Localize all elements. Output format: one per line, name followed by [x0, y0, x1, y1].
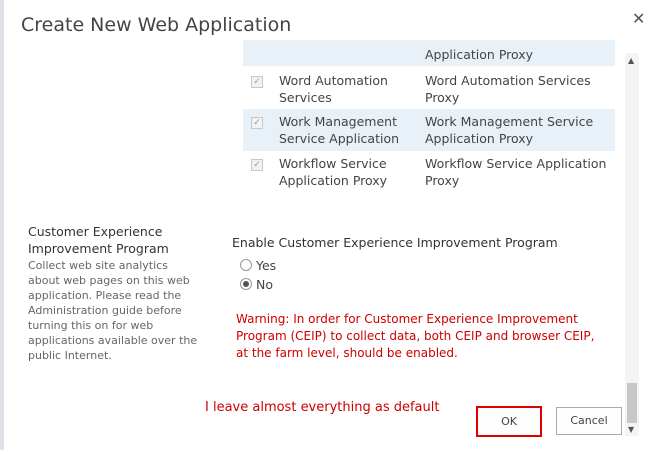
cancel-button[interactable]: Cancel — [556, 407, 622, 435]
service-proxy-label: Word Automation Services Proxy — [425, 73, 591, 105]
service-proxy-label: Application Proxy — [425, 47, 534, 62]
service-row: ✓ Work Management Service Application Wo… — [243, 109, 615, 151]
service-proxy-label: Workflow Service Application Proxy — [425, 156, 607, 188]
scrollbar-thumb[interactable] — [627, 383, 637, 423]
radio-yes-label: Yes — [256, 258, 277, 273]
service-name-label: Work Management Service Application — [279, 114, 400, 146]
service-proxy-label: Work Management Service Application Prox… — [425, 114, 594, 146]
service-row: ✓ Word Automation Services Word Automati… — [243, 70, 615, 108]
radio-yes[interactable] — [240, 259, 252, 271]
dialog-title: Create New Web Application — [21, 14, 292, 36]
ceip-section-title: Customer Experience Improvement Program — [28, 224, 169, 256]
ok-button[interactable]: OK — [476, 406, 542, 437]
page-left-edge — [0, 0, 4, 450]
checkbox-work-management[interactable]: ✓ — [251, 117, 263, 129]
service-name-label: Workflow Service Application Proxy — [279, 156, 388, 188]
checkbox-word-automation[interactable]: ✓ — [251, 76, 263, 88]
radio-no-option[interactable]: No — [240, 277, 273, 292]
checkbox-workflow-service[interactable]: ✓ — [251, 159, 263, 171]
service-row: Application Proxy — [243, 40, 615, 66]
radio-no-label: No — [256, 277, 273, 292]
service-name-label: Word Automation Services — [279, 73, 388, 105]
ceip-section-description: Collect web site analytics about web pag… — [28, 259, 198, 362]
ceip-field-label: Enable Customer Experience Improvement P… — [232, 235, 558, 250]
ceip-warning-text: Warning: In order for Customer Experienc… — [236, 312, 595, 360]
scroll-down-arrow-icon[interactable]: ▼ — [628, 425, 634, 434]
service-row: ✓ Workflow Service Application Proxy Wor… — [243, 152, 615, 194]
scroll-up-arrow-icon[interactable]: ▲ — [628, 56, 634, 65]
vertical-scrollbar[interactable]: ▲ ▼ — [625, 53, 639, 436]
close-icon[interactable]: ✕ — [632, 9, 645, 28]
annotation-note: I leave almost everything as default — [205, 400, 440, 415]
radio-yes-option[interactable]: Yes — [240, 258, 276, 273]
radio-no[interactable] — [240, 278, 252, 290]
